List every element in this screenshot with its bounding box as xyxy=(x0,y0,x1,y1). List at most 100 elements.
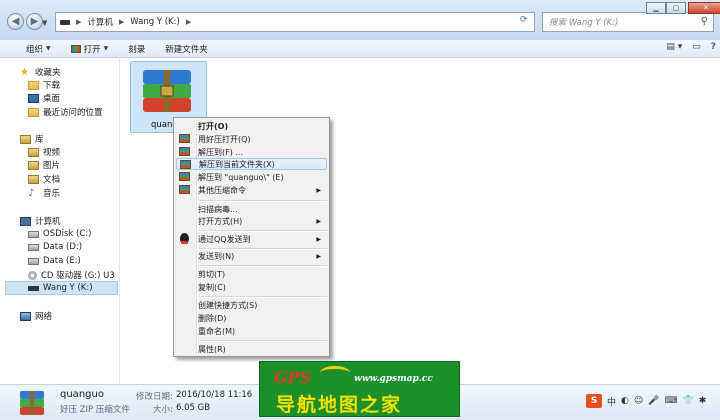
menu-item-send-to[interactable]: 发送到(N) ▶ xyxy=(176,250,327,262)
close-button[interactable]: ✕ xyxy=(688,2,720,14)
nav-label: 库 xyxy=(35,135,44,145)
forward-button[interactable]: ▶ xyxy=(26,13,43,30)
nav-data-e[interactable]: Data (E:) xyxy=(28,256,81,266)
open-button[interactable]: 打开 ▼ xyxy=(63,43,117,55)
hard-drive-icon xyxy=(28,257,39,265)
nav-documents[interactable]: 文档 xyxy=(28,173,60,185)
window-controls: ▁ ▢ xyxy=(646,2,686,16)
star-icon: ★ xyxy=(20,66,29,78)
skin-icon[interactable]: 👕 xyxy=(682,396,693,406)
minimize-button[interactable]: ▁ xyxy=(646,2,666,14)
menu-label: 扫描病毒... xyxy=(198,204,238,214)
nav-computer[interactable]: 计算机 xyxy=(20,215,61,227)
recent-pages-dropdown-icon[interactable]: ▼ xyxy=(42,19,47,27)
menu-label: 其他压缩命令 xyxy=(198,185,246,195)
address-bar[interactable]: ▶ 计算机 ▶ Wang Y (K:) ▶ xyxy=(55,12,535,32)
nav-pictures[interactable]: 图片 xyxy=(28,159,60,171)
nav-data-d[interactable]: Data (D:) xyxy=(28,242,82,252)
menu-item-extract-named[interactable]: 解压到 "quanguo\" (E) xyxy=(176,171,327,183)
nav-label: CD 驱动器 (G:) U3 xyxy=(41,271,115,281)
details-file-type: 好压 ZIP 压缩文件 xyxy=(60,405,130,415)
new-folder-button[interactable]: 新建文件夹 xyxy=(157,43,216,55)
open-label: 打开 xyxy=(83,44,101,55)
window-controls-close: ✕ xyxy=(688,2,720,16)
nav-label: Wang Y (K:) xyxy=(43,283,93,293)
network-icon xyxy=(20,311,31,321)
organize-button[interactable]: 组织 ▼ xyxy=(18,43,59,55)
nav-label: 视频 xyxy=(43,148,61,158)
submenu-arrow-icon: ▶ xyxy=(316,252,321,260)
punctuation-icon[interactable]: ◐ xyxy=(621,396,629,406)
nav-wangy[interactable]: Wang Y (K:) xyxy=(28,283,93,293)
nav-recent[interactable]: 最近访问的位置 xyxy=(28,106,103,118)
drive-icon xyxy=(60,19,70,25)
nav-desktop[interactable]: 桌面 xyxy=(28,92,60,104)
nav-downloads[interactable]: 下载 xyxy=(28,79,60,91)
menu-item-copy[interactable]: 复制(C) xyxy=(176,281,327,293)
menu-item-open-haozip[interactable]: 用好压打开(Q) xyxy=(176,133,327,145)
menu-item-open[interactable]: 打开(O) xyxy=(176,120,327,132)
ime-toolbar[interactable]: S 中 ◐ ☺ 🎤 ⌨ 👕 ✱ xyxy=(586,393,706,409)
nav-osdisk[interactable]: OSDisk (C:) xyxy=(28,229,91,239)
burn-button[interactable]: 刻录 xyxy=(120,43,153,55)
ime-mode-toggle[interactable]: 中 xyxy=(607,395,616,408)
emoji-icon[interactable]: ☺ xyxy=(634,396,643,406)
new-folder-label: 新建文件夹 xyxy=(165,44,208,55)
menu-separator xyxy=(199,200,327,202)
menu-item-scan[interactable]: 扫描病毒... xyxy=(176,203,327,215)
refresh-icon[interactable]: ⟳ xyxy=(520,15,528,25)
menu-separator xyxy=(199,265,327,267)
chevron-right-icon[interactable]: ▶ xyxy=(186,18,191,26)
menu-item-properties[interactable]: 属性(R) xyxy=(176,343,327,355)
nav-label: 最近访问的位置 xyxy=(43,108,103,118)
nav-favorites[interactable]: ★ 收藏夹 xyxy=(20,66,61,78)
tools-icon[interactable]: ✱ xyxy=(699,396,707,406)
menu-item-extract-here[interactable]: 解压到当前文件夹(X) xyxy=(176,158,327,170)
nav-videos[interactable]: 视频 xyxy=(28,146,60,158)
menu-item-delete[interactable]: 删除(D) xyxy=(176,312,327,324)
haozip-icon xyxy=(179,172,190,181)
voice-icon[interactable]: 🎤 xyxy=(648,396,659,406)
search-icon[interactable]: ⚲ xyxy=(701,16,708,27)
desktop-icon xyxy=(28,93,39,103)
change-view-icon[interactable]: ▤ ▾ xyxy=(666,42,682,52)
help-icon[interactable]: ? xyxy=(711,42,716,52)
menu-label: 重命名(M) xyxy=(198,326,236,336)
swoosh-logo-mark xyxy=(320,366,350,380)
menu-item-cut[interactable]: 剪切(T) xyxy=(176,268,327,280)
nav-label: 文档 xyxy=(43,175,61,185)
command-bar: 组织 ▼ 打开 ▼ 刻录 新建文件夹 ▤ ▾ ▭ ? xyxy=(0,40,720,58)
menu-item-rename[interactable]: 重命名(M) xyxy=(176,325,327,337)
menu-item-create-shortcut[interactable]: 创建快捷方式(S) xyxy=(176,299,327,311)
back-button[interactable]: ◀ xyxy=(7,13,24,30)
document-library-icon xyxy=(28,174,39,184)
chevron-right-icon[interactable]: ▶ xyxy=(76,18,81,26)
context-menu: 打开(O) 用好压打开(Q) 解压到(F) ... 解压到当前文件夹(X) 解压… xyxy=(173,117,330,357)
nav-music[interactable]: ♪ 音乐 xyxy=(28,187,60,199)
preview-pane-icon[interactable]: ▭ xyxy=(692,42,701,52)
submenu-arrow-icon: ▶ xyxy=(316,186,321,194)
keyboard-icon[interactable]: ⌨ xyxy=(664,396,677,406)
menu-item-open-with[interactable]: 打开方式(H) ▶ xyxy=(176,215,327,227)
navigation-pane[interactable]: ★ 收藏夹 下载 桌面 最近访问的位置 库 视频 图片 文档 ♪ 音乐 计算机 … xyxy=(0,58,120,384)
chevron-right-icon[interactable]: ▶ xyxy=(119,18,124,26)
breadcrumb-computer[interactable]: 计算机 xyxy=(87,16,113,28)
menu-item-other-compress[interactable]: 其他压缩命令 ▶ xyxy=(176,184,327,196)
zip-archive-icon xyxy=(143,70,191,112)
menu-label: 解压到 "quanguo\" (E) xyxy=(198,172,284,182)
nav-cd-drive[interactable]: CD 驱动器 (G:) U3 xyxy=(28,269,115,281)
nav-libraries[interactable]: 库 xyxy=(20,133,44,145)
hard-drive-icon xyxy=(28,243,39,251)
menu-item-extract-to[interactable]: 解压到(F) ... xyxy=(176,146,327,158)
sogou-logo-icon[interactable]: S xyxy=(586,394,602,408)
nav-network[interactable]: 网络 xyxy=(20,310,52,322)
haozip-icon xyxy=(180,160,191,169)
library-icon xyxy=(20,134,31,144)
submenu-arrow-icon: ▶ xyxy=(316,217,321,225)
menu-label: 打开(O) xyxy=(198,121,229,131)
breadcrumb-wangy[interactable]: Wang Y (K:) xyxy=(130,17,180,27)
menu-item-qq-send[interactable]: 通过QQ发送到 ▶ xyxy=(176,233,327,245)
nav-label: Data (D:) xyxy=(43,242,83,252)
nav-label: OSDisk (C:) xyxy=(43,229,92,239)
maximize-button[interactable]: ▢ xyxy=(666,2,686,14)
